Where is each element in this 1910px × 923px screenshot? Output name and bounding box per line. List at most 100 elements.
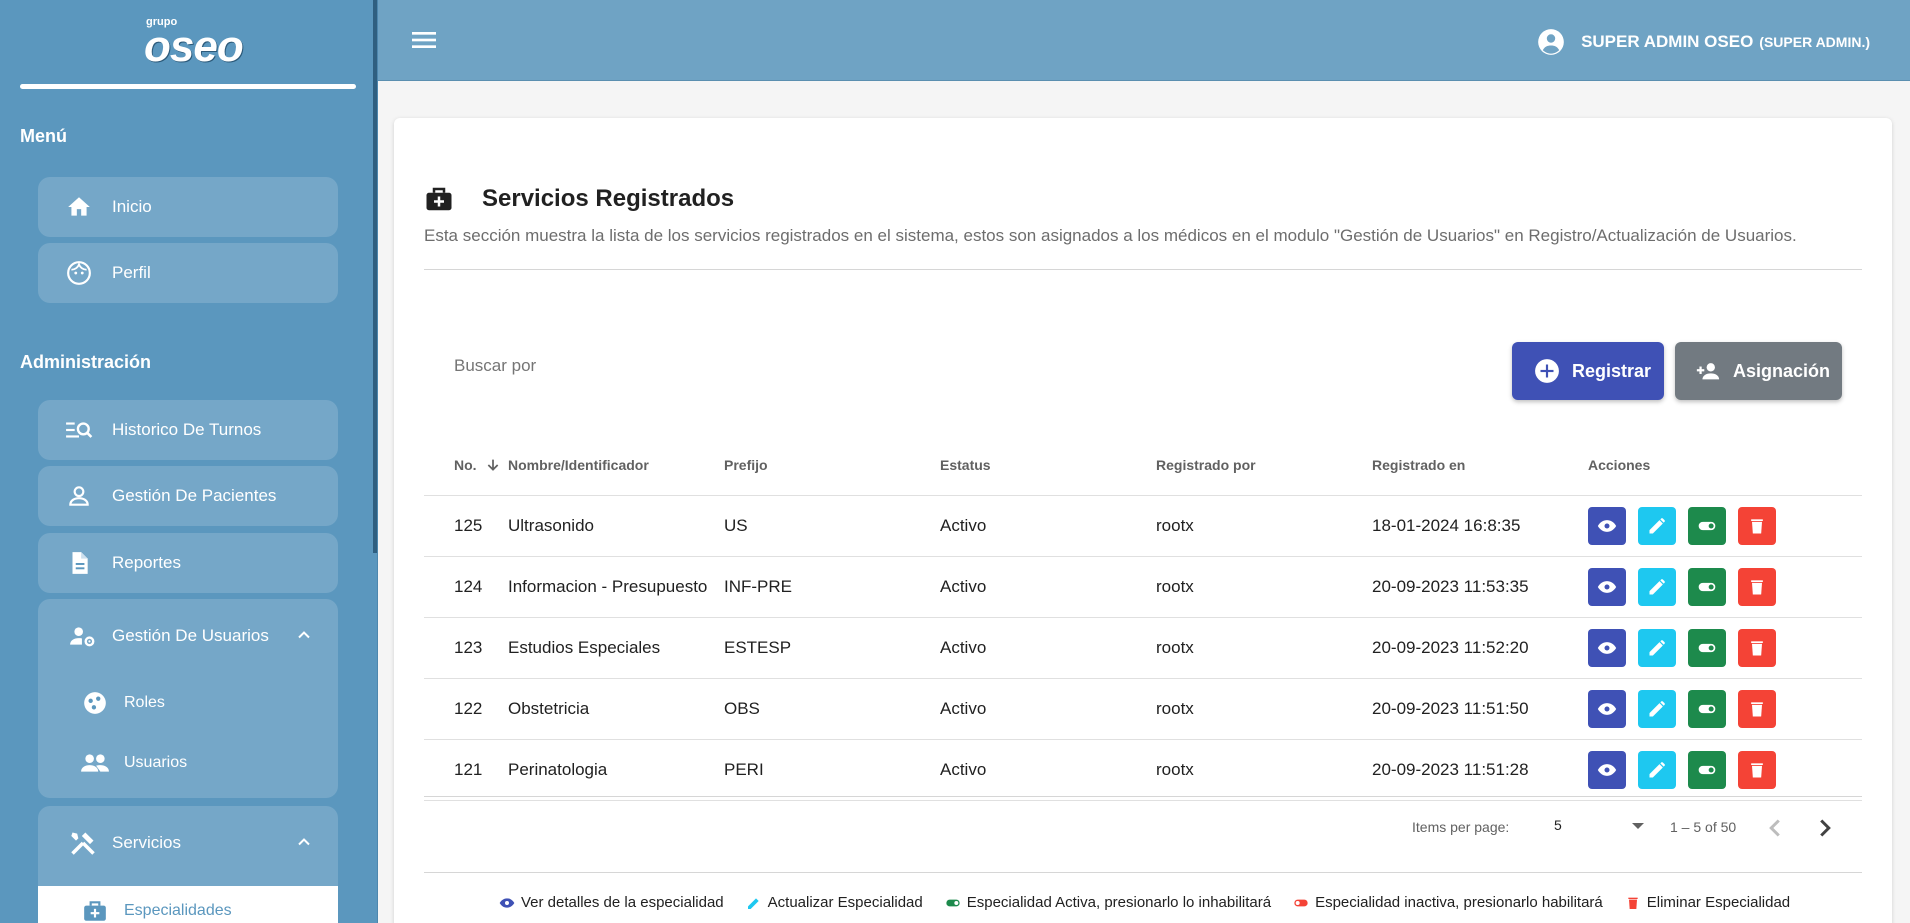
manage-search-icon <box>64 415 94 445</box>
chevron-up-icon[interactable] <box>294 832 314 852</box>
sidebar-group-servicios-header[interactable]: Servicios <box>38 806 338 880</box>
delete-button[interactable] <box>1738 690 1776 728</box>
toggle-on-icon <box>1697 760 1717 780</box>
edit-button[interactable] <box>1638 507 1676 545</box>
cell-actions <box>1588 690 1862 728</box>
cell-name: Obstetricia <box>508 699 590 718</box>
toggle-status-button[interactable] <box>1688 568 1726 606</box>
delete-button[interactable] <box>1738 507 1776 545</box>
sidebar-item-historico[interactable]: Historico De Turnos <box>38 400 338 460</box>
sidebar-item-inicio[interactable]: Inicio <box>38 177 338 237</box>
paginator: Items per page: 5 1 – 5 of 50 <box>424 795 1862 859</box>
legend-item-delete: Eliminar Especialidad <box>1625 894 1790 911</box>
arrow-down-icon <box>487 459 498 471</box>
sidebar-item-usuarios[interactable]: Usuarios <box>38 733 338 793</box>
pencil-icon <box>1647 699 1667 719</box>
legend-item-active: Especialidad Activa, presionarlo lo inha… <box>945 894 1271 911</box>
cell-registered-at: 20-09-2023 11:53:35 <box>1372 577 1529 596</box>
page-header: Servicios Registrados <box>424 184 734 214</box>
chevron-right-icon[interactable] <box>1810 813 1840 843</box>
toggle-status-button[interactable] <box>1688 751 1726 789</box>
legend-item-inactive: Especialidad inactiva, presionarlo habil… <box>1293 894 1603 911</box>
sidebar-item-pacientes[interactable]: Gestión De Pacientes <box>38 466 338 526</box>
cell-no: 124 <box>454 577 483 596</box>
sidebar-item-especialidades[interactable]: Especialidades <box>38 886 338 923</box>
eye-icon <box>499 897 515 908</box>
cell-prefix: PERI <box>724 760 764 779</box>
logo[interactable]: grupo oseo <box>140 12 244 71</box>
toggle-on-icon <box>1697 638 1717 658</box>
edit-button[interactable] <box>1638 751 1676 789</box>
eye-icon <box>1597 699 1617 719</box>
person-add-icon <box>1696 363 1720 380</box>
register-button[interactable]: Registrar <box>1512 342 1664 400</box>
toggle-on-icon <box>1697 516 1717 536</box>
tools-icon <box>68 828 98 858</box>
sidebar-item-perfil[interactable]: Perfil <box>38 243 338 303</box>
sidebar-item-roles[interactable]: Roles <box>38 673 338 733</box>
cell-no: 121 <box>454 760 483 779</box>
menu-icon[interactable] <box>408 24 440 56</box>
table-row: 121 Perinatologia PERI Activo rootx 20-09-202… <box>424 740 1862 801</box>
cell-actions <box>1588 751 1862 789</box>
sidebar-item-label: Historico De Turnos <box>112 420 262 439</box>
delete-button[interactable] <box>1738 751 1776 789</box>
column-no[interactable]: No. <box>424 457 508 473</box>
user-role: (SUPER ADMIN.) <box>1759 34 1870 50</box>
view-button[interactable] <box>1588 751 1626 789</box>
sidebar-item-label: Reportes <box>112 553 181 572</box>
search-input[interactable]: Buscar por <box>454 356 536 376</box>
table-body: 125 Ultrasonido US Activo rootx 18-01-2024 16… <box>424 496 1862 801</box>
sidebar-group-usuarios: Gestión De Usuarios Roles Usuarios <box>38 599 338 798</box>
cell-registered-at: 20-09-2023 11:51:50 <box>1372 699 1529 718</box>
toggle-status-button[interactable] <box>1688 507 1726 545</box>
sidebar-item-label: Gestión De Usuarios <box>112 626 269 645</box>
home-icon <box>64 192 94 222</box>
page-title: Servicios Registrados <box>482 185 735 212</box>
cell-registered-at: 20-09-2023 11:52:20 <box>1372 638 1529 657</box>
trash-icon <box>1747 577 1767 597</box>
chevron-left-icon[interactable] <box>1760 813 1790 843</box>
cell-registered-at: 20-09-2023 11:51:28 <box>1372 760 1529 779</box>
column-registered-at[interactable]: Registrado en <box>1372 457 1588 473</box>
sidebar-item-reportes[interactable]: Reportes <box>38 533 338 593</box>
edit-button[interactable] <box>1638 690 1676 728</box>
toggle-off-icon <box>1294 899 1308 906</box>
column-status[interactable]: Estatus <box>940 457 1156 473</box>
chevron-up-icon[interactable] <box>294 625 314 645</box>
sidebar-item-label: Perfil <box>112 263 151 282</box>
user-menu[interactable]: SUPER ADMIN OSEO (SUPER ADMIN.) <box>1537 28 1870 56</box>
table-row: 123 Estudios Especiales ESTESP Activo rootx 2… <box>424 618 1862 679</box>
view-button[interactable] <box>1588 629 1626 667</box>
items-per-page-select[interactable]: 5 <box>1554 817 1644 841</box>
medical-bag-icon <box>80 896 110 923</box>
delete-button[interactable] <box>1738 568 1776 606</box>
table-header: No. Nombre/Identificador Prefijo Estatus… <box>424 434 1862 496</box>
toggle-status-button[interactable] <box>1688 629 1726 667</box>
edit-button[interactable] <box>1638 568 1676 606</box>
page-range: 1 – 5 of 50 <box>1670 819 1737 835</box>
toggle-status-button[interactable] <box>1688 690 1726 728</box>
column-name[interactable]: Nombre/Identificador <box>508 457 724 473</box>
column-prefix[interactable]: Prefijo <box>724 457 940 473</box>
cell-name: Ultrasonido <box>508 516 594 535</box>
view-button[interactable] <box>1588 568 1626 606</box>
logo-big: oseo <box>144 22 244 71</box>
toggle-on-icon <box>946 899 960 906</box>
cell-status: Activo <box>940 577 987 596</box>
column-registered-by[interactable]: Registrado por <box>1156 457 1372 473</box>
page-description: Esta sección muestra la lista de los ser… <box>424 226 1797 245</box>
sidebar-group-usuarios-header[interactable]: Gestión De Usuarios <box>38 599 338 673</box>
sidebar-item-label: Especialidades <box>124 902 232 919</box>
assign-button[interactable]: Asignación <box>1675 342 1842 400</box>
view-button[interactable] <box>1588 507 1626 545</box>
view-button[interactable] <box>1588 690 1626 728</box>
edit-button[interactable] <box>1638 629 1676 667</box>
cell-registered-by: rootx <box>1156 638 1194 657</box>
sidebar-scrollbar[interactable] <box>373 0 377 553</box>
delete-button[interactable] <box>1738 629 1776 667</box>
cell-prefix: ESTESP <box>724 638 792 657</box>
cell-prefix: US <box>724 516 748 535</box>
eye-icon <box>1597 760 1617 780</box>
cell-no: 125 <box>454 516 483 535</box>
